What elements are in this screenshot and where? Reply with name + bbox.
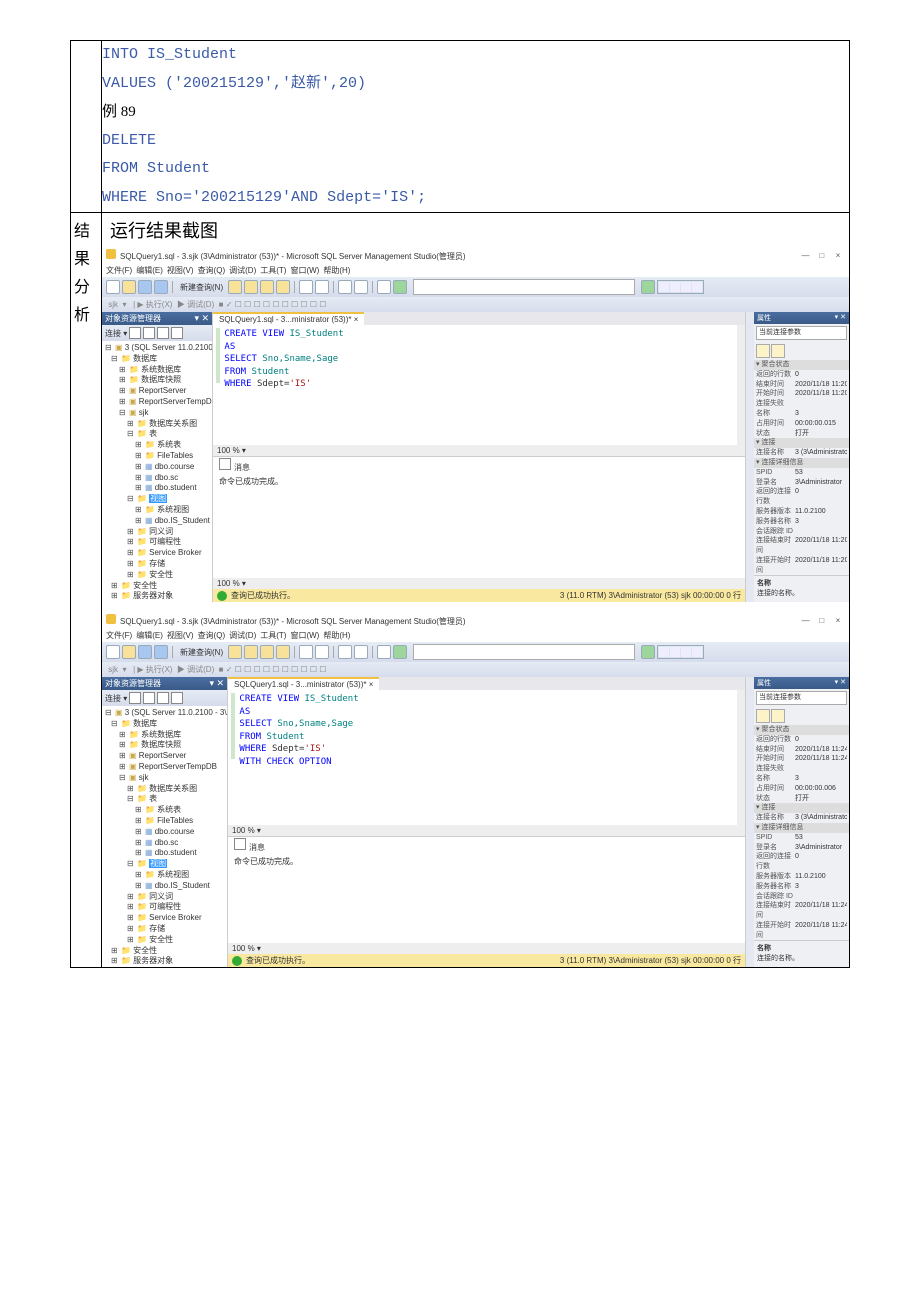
refresh-icon[interactable] [129, 327, 141, 339]
object-explorer[interactable]: 对象资源管理器▾ ✕ 连接 ▾ ⊟ ▣ 3 (SQL Server 11.0.2… [102, 312, 213, 602]
ssms-screenshot-1: SQLQuery1.sql - 3.sjk (3\Administrator (… [102, 247, 849, 602]
sql-code-block: INTO IS_Student VALUES ('200215129','赵新'… [102, 41, 850, 213]
properties-panel[interactable]: 属性▾ ✕ 当前连接参数 ▾ 聚合状态 返回的行数0结束时间2020/11/18… [754, 677, 849, 967]
minimize-button[interactable]: — [799, 251, 813, 260]
sql-editor[interactable]: SQLQuery1.sql - 3...ministrator (53))* ×… [213, 312, 745, 602]
success-icon [217, 591, 227, 601]
window-title: SQLQuery1.sql - 3.sjk (3\Administrator (… [120, 617, 466, 626]
props-combo[interactable]: 当前连接参数 [756, 326, 847, 340]
pin-icon[interactable]: ▾ ✕ [835, 313, 846, 323]
pin-icon[interactable]: ▾ ✕ [194, 313, 209, 324]
saveall-icon[interactable] [154, 280, 168, 294]
main-toolbar[interactable]: 新建查询(N) [102, 642, 849, 662]
object-explorer[interactable]: 对象资源管理器▾ ✕ 连接 ▾ ⊟ ▣ 3 (SQL Server 11.0.2… [102, 677, 228, 967]
window-title: SQLQuery1.sql - 3.sjk (3\Administrator (… [120, 252, 466, 261]
properties-panel[interactable]: 属性▾ ✕ 当前连接参数 ▾ 聚合状态 返回的行数0结束时间2020/11/18… [754, 312, 849, 602]
maximize-button[interactable]: □ [815, 616, 829, 625]
message-icon [219, 458, 231, 470]
save-icon[interactable] [138, 280, 152, 294]
alpha-icon[interactable] [771, 344, 785, 358]
messages-body: 命令已成功完成。 [213, 474, 745, 578]
editor-tab[interactable]: SQLQuery1.sql - 3...ministrator (53))* × [213, 312, 364, 325]
messages-tab[interactable]: 消息 [213, 457, 745, 474]
layout-buttons[interactable] [657, 280, 704, 294]
editor-scrollbar[interactable] [737, 325, 745, 445]
section-title: 运行结果截图 [102, 213, 849, 247]
row-label-results: 结果分析 [71, 213, 102, 968]
app-icon [106, 614, 116, 624]
new-icon[interactable] [106, 280, 120, 294]
ssms-screenshot-2: SQLQuery1.sql - 3.sjk (3\Administrator (… [102, 612, 849, 967]
main-toolbar[interactable]: 新建查询(N) [102, 277, 849, 297]
solution-combo[interactable] [413, 279, 635, 295]
object-tree[interactable]: ⊟ ▣ 3 (SQL Server 11.0.2100 - 3\Admini ⊟… [102, 341, 212, 602]
zoom-selector[interactable]: 100 % ▾ [213, 445, 745, 456]
categorize-icon[interactable] [756, 344, 770, 358]
maximize-button[interactable]: □ [815, 251, 829, 260]
close-button[interactable]: × [831, 251, 845, 260]
open-icon[interactable] [122, 280, 136, 294]
nq-icon[interactable] [228, 280, 242, 294]
menu-bar[interactable]: 文件(F)编辑(E)视图(V)查询(Q)调试(D)工具(T)窗口(W)帮助(H) [102, 629, 849, 642]
sql-editor[interactable]: SQLQuery1.sql - 3...ministrator (53))* ×… [228, 677, 745, 967]
menu-bar[interactable]: 文件(F)编辑(E)视图(V)查询(Q)调试(D)工具(T)窗口(W)帮助(H) [102, 264, 849, 277]
play-icon[interactable] [641, 280, 655, 294]
minimize-button[interactable]: — [799, 616, 813, 625]
close-button[interactable]: × [831, 616, 845, 625]
query-toolbar[interactable]: sjk ▾ | ▶ 执行(X) ▶ 调试(D) ■ ✓ ☐ ☐ ☐ ☐ ☐ ☐ … [102, 297, 849, 312]
app-icon [106, 249, 116, 259]
status-bar: 查询已成功执行。 3 (11.0 RTM) 3\Administrator (5… [213, 589, 745, 602]
vertical-splitter[interactable] [745, 312, 754, 602]
new-query-button[interactable]: 新建查询(N) [177, 282, 226, 293]
